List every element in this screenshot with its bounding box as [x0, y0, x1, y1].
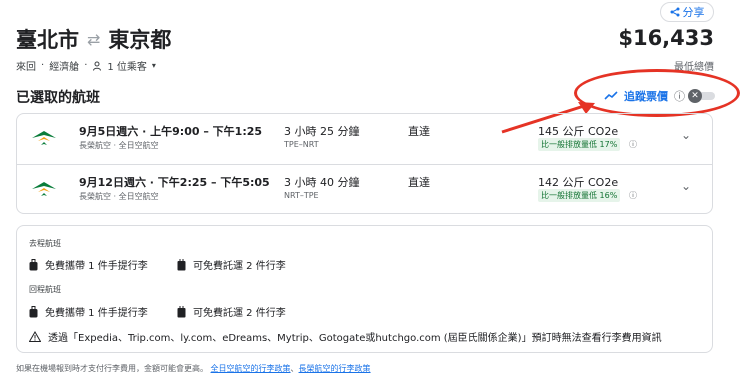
route-title: 臺北市 ⇄ 東京都: [16, 24, 171, 54]
trip-type: 來回: [16, 62, 36, 73]
carry-on-info: 免費攜帶 1 件手提行李: [29, 304, 148, 319]
footer-text: 如果在機場報到時才支付行李費用，金額可能會更高。: [16, 364, 208, 373]
ana-baggage-policy-link[interactable]: 全日空航空的行李政策: [211, 364, 291, 373]
cabin-class: 經濟艙: [49, 62, 80, 73]
flight-duration: 3 小時 25 分鐘: [284, 125, 360, 138]
flight-route: NRT–TPE: [284, 191, 319, 200]
return-label: 回程航班: [29, 285, 61, 294]
carry-on-info: 免費攜帶 1 件手提行李: [29, 257, 148, 272]
flight-stops: 直達: [408, 125, 430, 138]
outbound-label: 去程航班: [29, 239, 61, 248]
flight-airlines: 長榮航空 · 全日空航空: [79, 141, 159, 150]
trip-meta: 來回 · 經濟艙 · 1 位乘客 ▾: [16, 58, 156, 73]
info-icon[interactable]: ⓘ: [629, 139, 637, 150]
flight-row[interactable]: 9月5日週六 · 上午9:00 – 下午1:25 長榮航空 · 全日空航空 3 …: [17, 114, 712, 164]
flight-row[interactable]: 9月12日週六 · 下午2:25 – 下午5:05 長榮航空 · 全日空航空 3…: [17, 164, 712, 215]
eva-air-logo-icon: [32, 131, 56, 145]
checked-bag-info: 可免費託運 2 件行李: [177, 257, 286, 272]
flight-stops: 直達: [408, 176, 430, 189]
total-price: $16,433: [618, 26, 714, 50]
chevron-down-icon[interactable]: ⌄: [681, 128, 691, 142]
chevron-down-icon[interactable]: ▾: [152, 61, 156, 70]
selected-flights-card: 9月5日週六 · 上午9:00 – 下午1:25 長榮航空 · 全日空航空 3 …: [16, 113, 713, 214]
flight-times: 9月12日週六 · 下午2:25 – 下午5:05: [79, 176, 270, 189]
share-label: 分享: [682, 6, 705, 19]
flight-route: TPE–NRT: [284, 140, 319, 149]
eva-baggage-policy-link[interactable]: 長榮航空的行李政策: [299, 364, 371, 373]
info-icon[interactable]: ⓘ: [629, 190, 637, 201]
emissions-badge: 比一般排放量低 16%: [538, 189, 621, 202]
round-trip-arrows-icon: ⇄: [87, 29, 101, 49]
destination-city: 東京都: [108, 28, 172, 52]
flight-airlines: 長榮航空 · 全日空航空: [79, 192, 159, 201]
carry-on-bag-icon: [29, 305, 38, 317]
baggage-card: 去程航班 免費攜帶 1 件手提行李 可免費託運 2 件行李 回程航班 免費攜帶 …: [16, 225, 713, 353]
emissions-badge: 比一般排放量低 17%: [538, 138, 621, 151]
eva-air-logo-icon: [32, 182, 56, 196]
checked-bag-icon: [177, 258, 186, 270]
checked-bag-icon: [177, 305, 186, 317]
baggage-footer: 如果在機場報到時才支付行李費用，金額可能會更高。 全日空航空的行李政策、長榮航空…: [16, 364, 371, 373]
share-icon: [670, 7, 679, 17]
flight-emissions: 145 公斤 CO2e: [538, 125, 619, 138]
share-button[interactable]: 分享: [660, 2, 714, 22]
checked-bag-info: 可免費託運 2 件行李: [177, 304, 286, 319]
person-icon: [93, 61, 102, 71]
carry-on-bag-icon: [29, 258, 38, 270]
flight-duration: 3 小時 40 分鐘: [284, 176, 360, 189]
flight-times: 9月5日週六 · 上午9:00 – 下午1:25: [79, 125, 263, 138]
passenger-count[interactable]: 1 位乘客: [107, 58, 147, 73]
origin-city: 臺北市: [16, 28, 79, 52]
chevron-down-icon[interactable]: ⌄: [681, 179, 691, 193]
flight-emissions: 142 公斤 CO2e: [538, 176, 619, 189]
baggage-warning: 透過「Expedia、Trip.com、ly.com、eDreams、Mytri…: [29, 329, 662, 344]
warning-icon: [29, 331, 41, 342]
selected-flights-title: 已選取的航班: [16, 90, 100, 106]
